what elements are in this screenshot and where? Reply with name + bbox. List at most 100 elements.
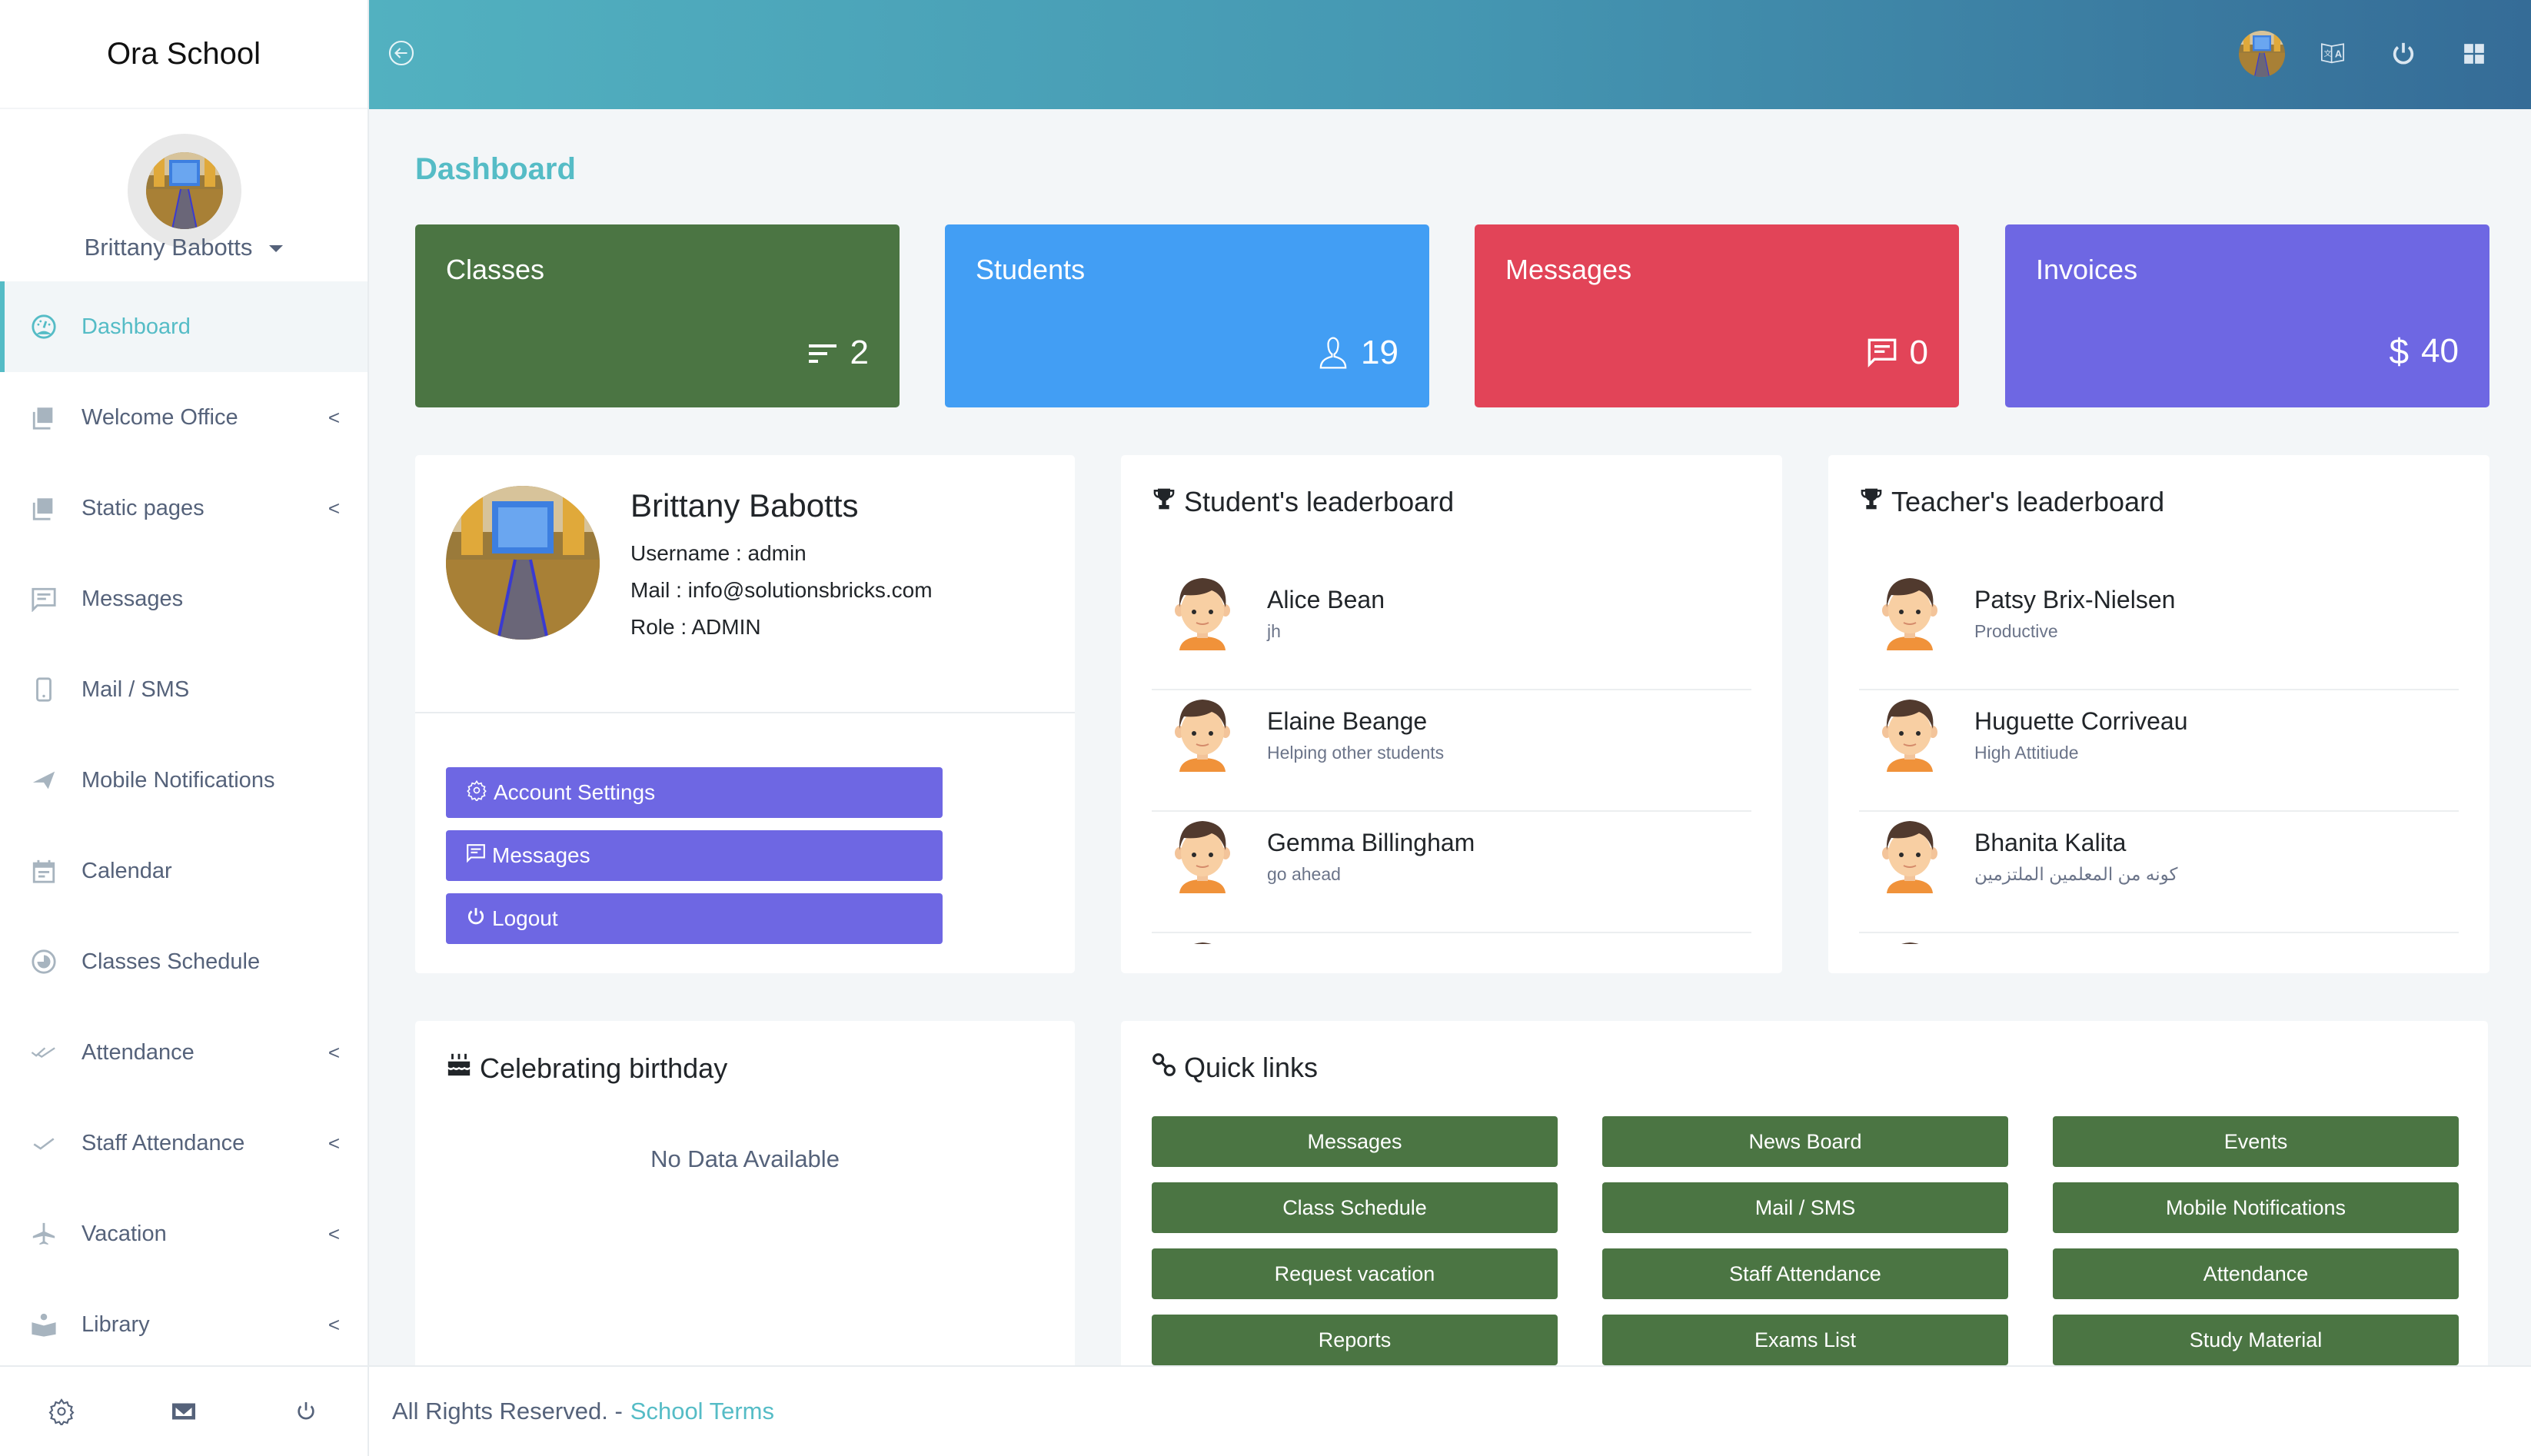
chevron-left-icon: < — [328, 1040, 340, 1064]
profile-username: Username : admin — [630, 541, 807, 565]
sidebar-nav: Dashboard Welcome Office < Static pages … — [0, 281, 368, 1370]
sidebar-item-label: Mobile Notifications — [81, 767, 275, 793]
list-item[interactable]: Patsy Brix-Nielsen Productive — [1859, 569, 2459, 690]
teacher-note: كونه من المعلمين الملتزمين — [1974, 864, 2178, 884]
stat-title: Students — [976, 254, 1086, 285]
avatar[interactable] — [2239, 31, 2285, 77]
sidebar-item-library[interactable]: Library < — [0, 1279, 368, 1370]
sidebar-item-static-pages[interactable]: Static pages < — [0, 463, 368, 553]
list-item[interactable]: Huguette Corriveau High Attitiude — [1859, 690, 2459, 812]
double-check-icon — [29, 1038, 58, 1067]
avatar — [1881, 941, 1939, 944]
gear-icon[interactable] — [38, 1388, 85, 1434]
profile-name: Brittany Babotts — [630, 487, 859, 524]
sidebar-item-label: Attendance — [81, 1039, 195, 1065]
account-settings-button[interactable]: Account Settings — [446, 767, 943, 818]
leaderboard-list: Patsy Brix-Nielsen Productive Huguette C… — [1859, 569, 2459, 944]
calendar-icon — [29, 856, 58, 886]
quick-link-exams-list[interactable]: Exams List — [1602, 1315, 2008, 1365]
link-icon — [1152, 1052, 1176, 1084]
collapse-sidebar-button[interactable] — [387, 39, 415, 67]
messages-button[interactable]: Messages — [446, 830, 943, 881]
sidebar-item-calendar[interactable]: Calendar — [0, 826, 368, 916]
birthday-panel: Celebrating birthday No Data Available — [415, 1021, 1075, 1375]
sidebar-user: Brittany Babotts — [0, 109, 368, 281]
main-content: Dashboard Classes 2 Students 19 Messages… — [369, 109, 2531, 1375]
chevron-left-icon: < — [328, 405, 340, 429]
check-icon — [29, 1129, 58, 1158]
avatar — [1173, 941, 1232, 944]
student-note: Helping other students — [1267, 743, 1445, 763]
list-item[interactable]: Elaine Beange Helping other students — [1152, 690, 1751, 812]
profile-photo — [446, 486, 600, 640]
quick-link-events[interactable]: Events — [2053, 1116, 2459, 1167]
avatar — [1881, 819, 1939, 893]
school-terms-link[interactable]: School Terms — [630, 1398, 774, 1425]
quick-link-class-schedule[interactable]: Class Schedule — [1152, 1182, 1558, 1233]
stat-value: 0 — [1909, 334, 1928, 371]
quick-link-reports[interactable]: Reports — [1152, 1315, 1558, 1365]
quick-link-staff-attendance[interactable]: Staff Attendance — [1602, 1248, 2008, 1299]
list-item[interactable]: Bhanita Kalita كونه من المعلمين الملتزمي… — [1859, 812, 2459, 933]
birthday-cake-icon — [446, 1052, 472, 1085]
sidebar-item-welcome-office[interactable]: Welcome Office < — [0, 372, 368, 463]
stat-card-invoices[interactable]: Invoices $ 40 — [2005, 224, 2489, 407]
avatar — [1881, 698, 1939, 772]
panel-title: Teacher's leaderboard — [1891, 486, 2165, 517]
sidebar-footer — [0, 1365, 368, 1456]
sidebar-item-label: Messages — [81, 586, 184, 611]
student-note: jh — [1267, 621, 1281, 641]
message-icon — [466, 843, 486, 869]
chevron-left-icon: < — [328, 1222, 340, 1245]
folder-icon — [29, 403, 58, 432]
logout-button[interactable]: Logout — [446, 893, 943, 944]
stat-value: 2 — [850, 334, 869, 371]
top-bar: 文A — [369, 0, 2531, 109]
power-icon[interactable] — [283, 1388, 329, 1434]
sidebar-item-dashboard[interactable]: Dashboard — [0, 281, 368, 372]
stat-title: Invoices — [2036, 254, 2138, 285]
copyright-text: All Rights Reserved. - — [392, 1398, 623, 1424]
folder-icon — [29, 494, 58, 523]
avatar[interactable] — [128, 134, 241, 248]
stat-card-students[interactable]: Students 19 — [945, 224, 1429, 407]
quick-link-request-vacation[interactable]: Request vacation — [1152, 1248, 1558, 1299]
dollar-icon: $ — [2389, 331, 2410, 371]
quick-link-mail-sms[interactable]: Mail / SMS — [1602, 1182, 2008, 1233]
button-label: Account Settings — [494, 780, 656, 804]
students-leaderboard: Student's leaderboard Alice Bean jh Elai… — [1121, 455, 1782, 973]
translate-icon[interactable]: 文A — [2310, 31, 2356, 77]
user-menu-toggle[interactable]: Brittany Babotts — [0, 234, 368, 261]
stat-title: Classes — [446, 254, 545, 285]
phone-icon — [29, 675, 58, 704]
list-item-partial[interactable] — [1859, 933, 2459, 944]
stat-value: 19 — [1361, 334, 1399, 371]
sidebar-item-staff-attendance[interactable]: Staff Attendance < — [0, 1098, 368, 1188]
quick-link-news-board[interactable]: News Board — [1602, 1116, 2008, 1167]
list-item[interactable]: Alice Bean jh — [1152, 569, 1751, 690]
sidebar-item-vacation[interactable]: Vacation < — [0, 1188, 368, 1279]
sidebar: Ora School Brittany Babotts Dashboard We… — [0, 0, 369, 1456]
list-item[interactable]: Gemma Billingham go ahead — [1152, 812, 1751, 933]
power-icon[interactable] — [2380, 31, 2426, 77]
list-item-partial[interactable] — [1152, 933, 1751, 944]
sidebar-item-mail-sms[interactable]: Mail / SMS — [0, 644, 368, 735]
mail-icon[interactable] — [161, 1388, 207, 1434]
sidebar-item-attendance[interactable]: Attendance < — [0, 1007, 368, 1098]
quick-link-study-material[interactable]: Study Material — [2053, 1315, 2459, 1365]
panel-title: Celebrating birthday — [480, 1052, 728, 1084]
profile-role: Role : ADMIN — [630, 615, 761, 639]
sidebar-item-classes-schedule[interactable]: Classes Schedule — [0, 916, 368, 1007]
stat-card-classes[interactable]: Classes 2 — [415, 224, 900, 407]
stat-card-messages[interactable]: Messages 0 — [1475, 224, 1959, 407]
grid-icon[interactable] — [2451, 31, 2497, 77]
student-name: Elaine Beange — [1267, 707, 1428, 735]
quick-link-messages[interactable]: Messages — [1152, 1116, 1558, 1167]
sidebar-item-label: Dashboard — [81, 314, 191, 339]
quick-link-attendance[interactable]: Attendance — [2053, 1248, 2459, 1299]
sidebar-item-messages[interactable]: Messages — [0, 553, 368, 644]
quick-link-mobile-notifications[interactable]: Mobile Notifications — [2053, 1182, 2459, 1233]
profile-panel: Brittany Babotts Username : admin Mail :… — [415, 455, 1075, 973]
button-label: Logout — [492, 906, 558, 930]
sidebar-item-mobile-notifications[interactable]: Mobile Notifications — [0, 735, 368, 826]
